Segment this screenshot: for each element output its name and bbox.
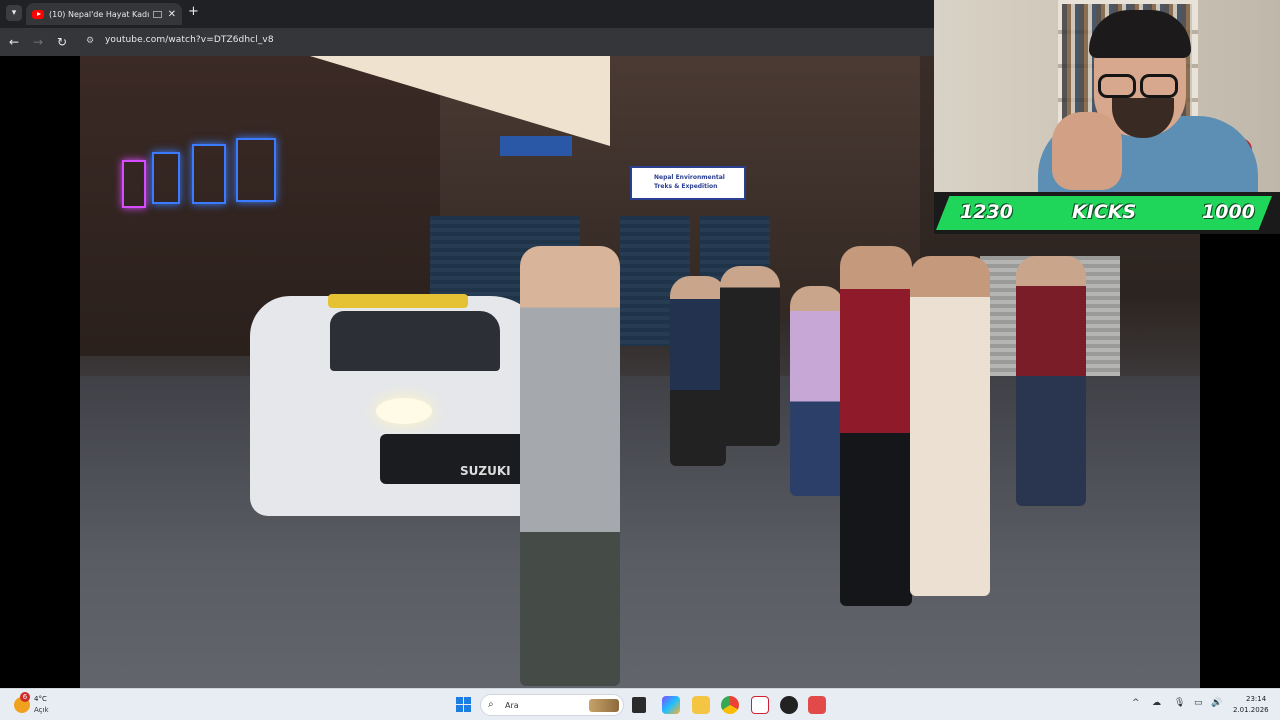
close-tab-icon[interactable]: ✕ — [168, 9, 176, 20]
task-view-icon[interactable] — [632, 697, 646, 713]
tab-search-icon[interactable]: ▾ — [6, 5, 22, 21]
shop-sign-line2: Treks & Expedition — [654, 183, 718, 190]
show-hidden-icons-icon[interactable]: ^ — [1132, 698, 1140, 708]
back-icon[interactable]: ← — [9, 34, 19, 50]
reload-icon[interactable]: ↻ — [57, 34, 67, 50]
scene-person — [840, 246, 912, 606]
scene-person — [1016, 256, 1086, 506]
scene-neon-sign — [236, 138, 276, 202]
taskbar-search[interactable]: ⌕ Ara — [480, 694, 624, 716]
scene-neon-sign — [152, 152, 180, 204]
file-explorer-icon[interactable] — [692, 696, 710, 714]
microphone-icon[interactable]: 🎙 — [1174, 698, 1185, 708]
clock-date[interactable]: 2.01.2026 — [1233, 706, 1269, 714]
shop-sign-line1: Nepal Environmental — [654, 174, 725, 181]
kicks-counter: 1230 KICKS 1000 — [934, 192, 1280, 234]
clock-time[interactable]: 23:14 — [1246, 695, 1266, 703]
webcam-streamer-hand — [1052, 112, 1122, 190]
youtube-icon — [32, 9, 44, 19]
scene-person — [910, 256, 990, 596]
weather-temperature[interactable]: 4°C — [34, 695, 47, 703]
scene-sign — [500, 136, 572, 156]
onedrive-icon[interactable]: ☁ — [1152, 698, 1161, 708]
scene-neon-sign — [122, 160, 146, 208]
scene-neon-sign — [192, 144, 226, 204]
taskbar: 6 4°C Açık ⌕ Ara ^ ☁ 🎙 ▭ 🔊 23:14 2.01.20… — [0, 688, 1280, 720]
weather-badge: 6 — [20, 692, 30, 702]
scene-person — [720, 266, 780, 446]
webcam-overlay — [934, 0, 1280, 192]
weather-condition[interactable]: Açık — [34, 706, 49, 714]
scene-person — [520, 246, 620, 686]
search-icon: ⌕ — [488, 699, 494, 710]
car-label: SUZUKI — [460, 464, 511, 478]
search-placeholder: Ara — [505, 701, 519, 710]
screen: ▾ (10) Nepal'de Hayat Kadınl... ✕ + ← → … — [0, 0, 1280, 720]
chrome-icon[interactable] — [721, 696, 739, 714]
app-icon[interactable] — [780, 696, 798, 714]
new-tab-button[interactable]: + — [188, 4, 199, 19]
network-icon[interactable]: ▭ — [1194, 698, 1203, 708]
start-icon[interactable] — [456, 697, 471, 712]
webcam-glasses — [1090, 74, 1186, 98]
scene-person — [670, 276, 726, 466]
forward-icon[interactable]: → — [33, 34, 43, 50]
volume-icon[interactable]: 🔊 — [1211, 698, 1222, 708]
scene-taxi-headlight — [376, 398, 432, 424]
kicks-right-count: 1000 — [1202, 201, 1255, 223]
search-highlight-icon — [589, 699, 619, 712]
scene-person — [790, 286, 844, 496]
copilot-icon[interactable] — [662, 696, 680, 714]
address-bar[interactable]: youtube.com/watch?v=DTZ6dhcl_v8 — [105, 35, 274, 45]
snipping-tool-icon[interactable] — [751, 696, 769, 714]
site-info-icon[interactable]: ⚙ — [86, 36, 98, 48]
tab-title: (10) Nepal'de Hayat Kadınl... — [49, 9, 149, 19]
media-icon[interactable] — [152, 10, 162, 18]
kicks-label: KICKS — [1072, 201, 1137, 223]
kicks-left-count: 1230 — [960, 201, 1013, 223]
scene-taxi-sign — [328, 294, 468, 308]
scene-shop-sign: Nepal Environmental Treks & Expedition — [630, 166, 746, 200]
tab-youtube[interactable]: (10) Nepal'de Hayat Kadınl... ✕ — [26, 3, 182, 25]
active-app-icon[interactable] — [808, 696, 826, 714]
scene-taxi-window — [330, 311, 500, 371]
